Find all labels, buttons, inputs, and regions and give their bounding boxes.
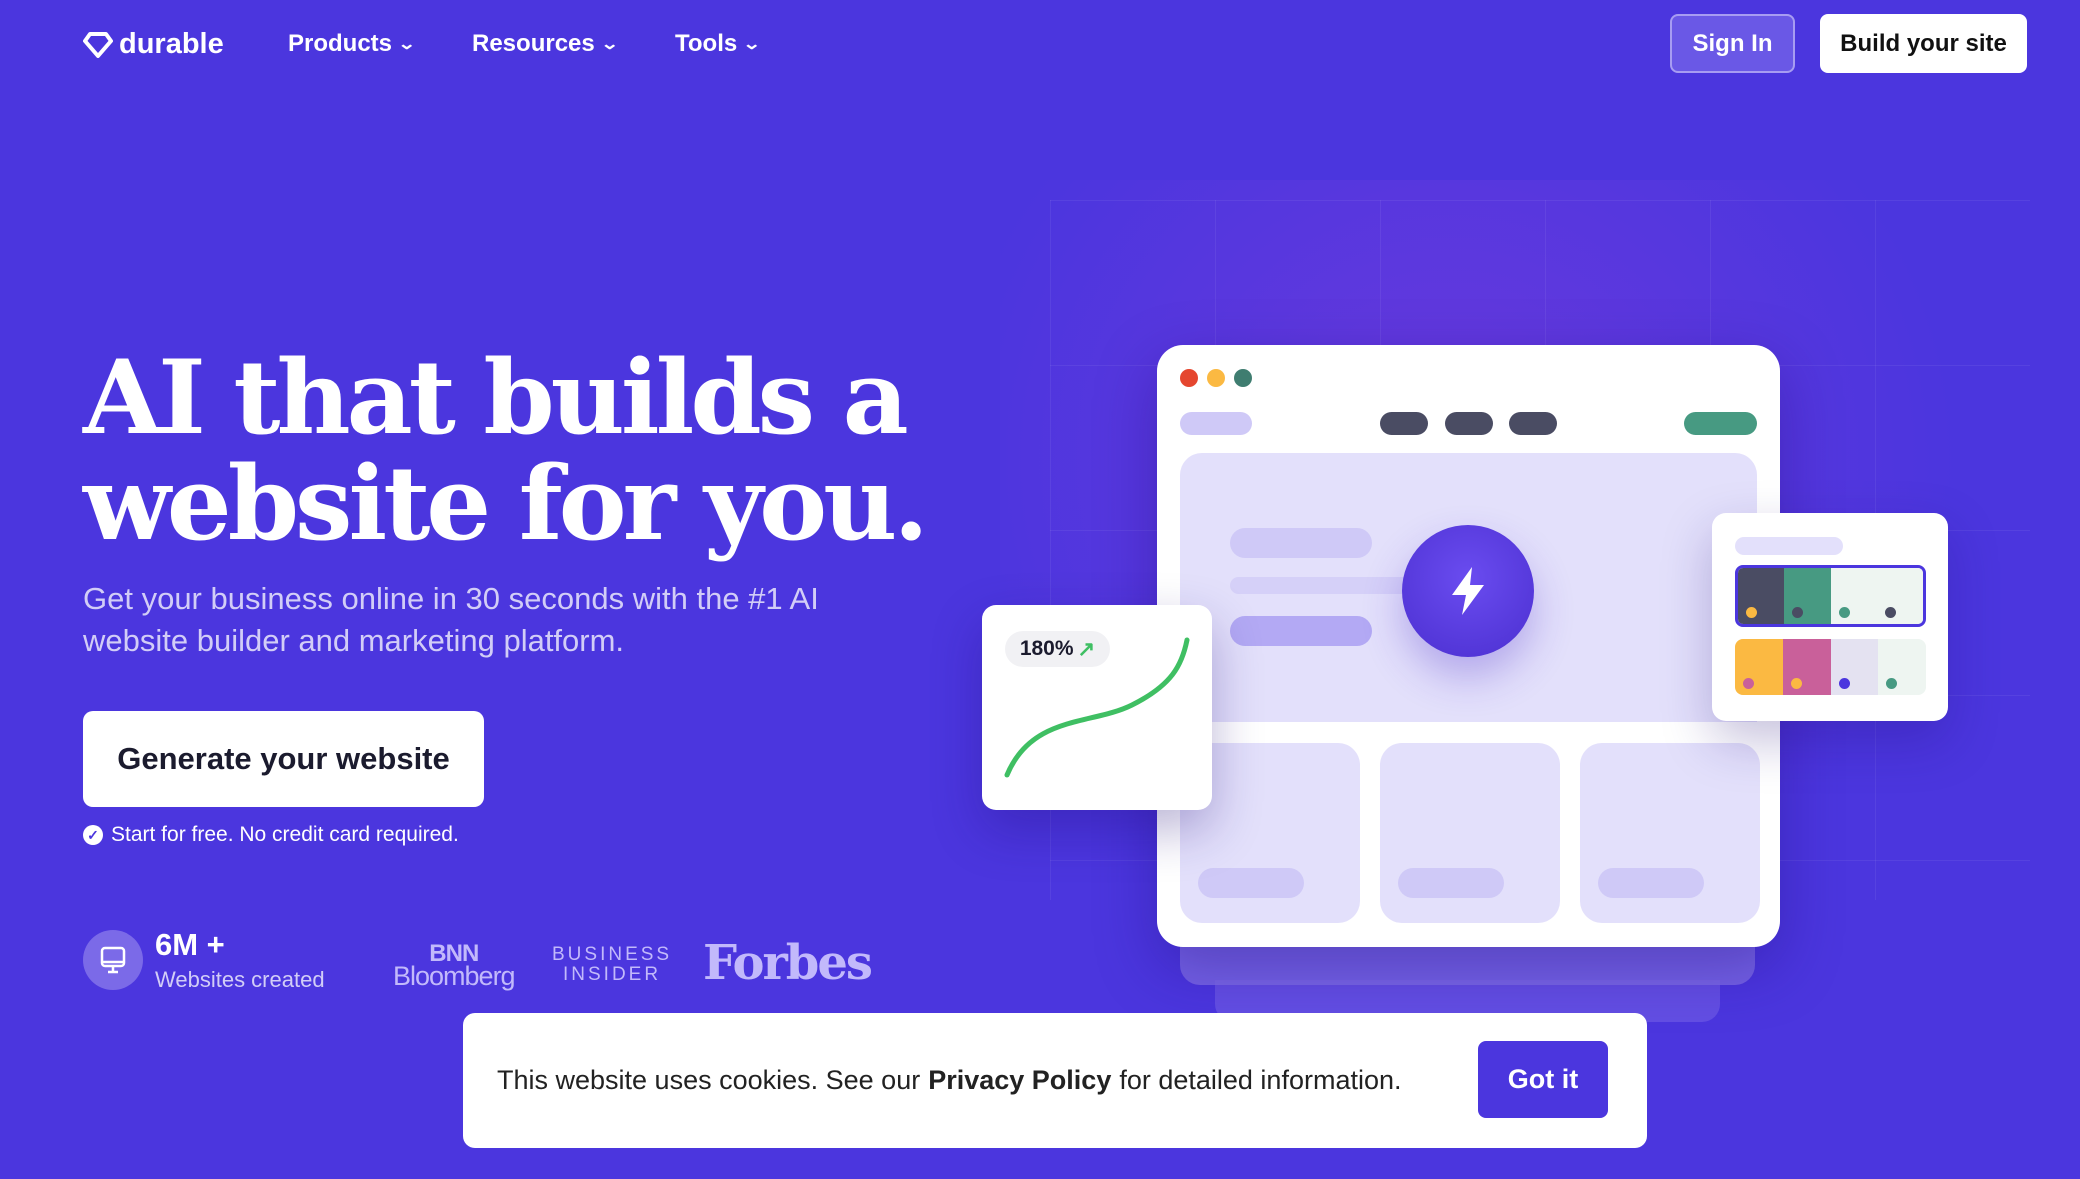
mock-card-pill — [1398, 868, 1504, 898]
palette-swatch — [1735, 639, 1926, 695]
chevron-down-icon: ⌄ — [600, 36, 619, 53]
logo[interactable]: durable — [83, 28, 224, 61]
mock-button-pill — [1230, 616, 1372, 646]
sign-in-button[interactable]: Sign In — [1670, 14, 1795, 73]
mock-nav-pill — [1445, 412, 1493, 435]
stat-value: 6M + — [155, 927, 225, 962]
logo-text: INSIDER — [563, 964, 662, 985]
hero-title: AI that builds a website for you. — [83, 338, 929, 564]
note-text: Start for free. No credit card required. — [111, 823, 459, 846]
bnn-bloomberg-logo: BNN Bloomberg — [393, 942, 516, 991]
chevron-down-icon: ⌄ — [397, 36, 417, 53]
privacy-policy-link[interactable]: Privacy Policy — [928, 1065, 1111, 1096]
monitor-icon — [83, 930, 143, 990]
nav-products[interactable]: Products ⌄ — [288, 30, 417, 58]
nav-tools[interactable]: Tools ⌄ — [675, 30, 762, 58]
forbes-logo: Forbes — [703, 935, 873, 991]
mock-card-pill — [1598, 868, 1704, 898]
title-line: website for you. — [83, 444, 929, 564]
mock-cta-pill — [1684, 412, 1757, 435]
palette-swatch-selected — [1735, 565, 1926, 627]
stat-label: Websites created — [155, 967, 325, 992]
mock-card-pill — [1198, 868, 1304, 898]
title-line: AI that builds a — [83, 338, 909, 458]
window-dot-red — [1180, 369, 1198, 387]
check-circle-icon: ✓ — [83, 825, 103, 845]
cookie-banner: This website uses cookies. See our Privac… — [463, 1013, 1647, 1148]
window-dot-teal — [1234, 369, 1252, 387]
free-note: ✓ Start for free. No credit card required… — [83, 823, 459, 847]
mock-nav-pill — [1380, 412, 1428, 435]
build-your-site-button[interactable]: Build your site — [1820, 14, 2027, 73]
generate-website-button[interactable]: Generate your website — [83, 711, 484, 807]
palette-title-pill — [1735, 537, 1843, 555]
cookie-text: This website uses cookies. See our — [497, 1065, 921, 1095]
mock-nav-pill — [1509, 412, 1557, 435]
chevron-down-icon: ⌄ — [742, 36, 762, 53]
growth-value: 180% — [1019, 637, 1074, 660]
logo-text: durable — [119, 28, 224, 60]
nav-label: Products — [288, 30, 393, 57]
nav-label: Resources — [472, 30, 595, 57]
nav-label: Tools — [675, 30, 738, 57]
growth-badge: 180% ↗ — [1005, 631, 1110, 667]
window-dot-yellow — [1207, 369, 1225, 387]
mock-logo-pill — [1180, 412, 1252, 435]
got-it-button[interactable]: Got it — [1478, 1041, 1608, 1118]
logo-text: Bloomberg — [393, 961, 516, 991]
lightning-icon — [1402, 525, 1534, 657]
arrow-up-right-icon: ↗ — [1077, 637, 1096, 661]
diamond-logo-icon — [83, 31, 113, 58]
cookie-text: for detailed information. — [1119, 1065, 1402, 1095]
hero-subtitle: Get your business online in 30 seconds w… — [83, 581, 819, 658]
mock-text-pill — [1230, 528, 1372, 558]
logo-text: BUSINESS — [552, 944, 673, 965]
nav-resources[interactable]: Resources ⌄ — [472, 30, 619, 58]
mock-text-line — [1230, 577, 1410, 594]
business-insider-logo: BUSINESS INSIDER — [552, 945, 672, 985]
